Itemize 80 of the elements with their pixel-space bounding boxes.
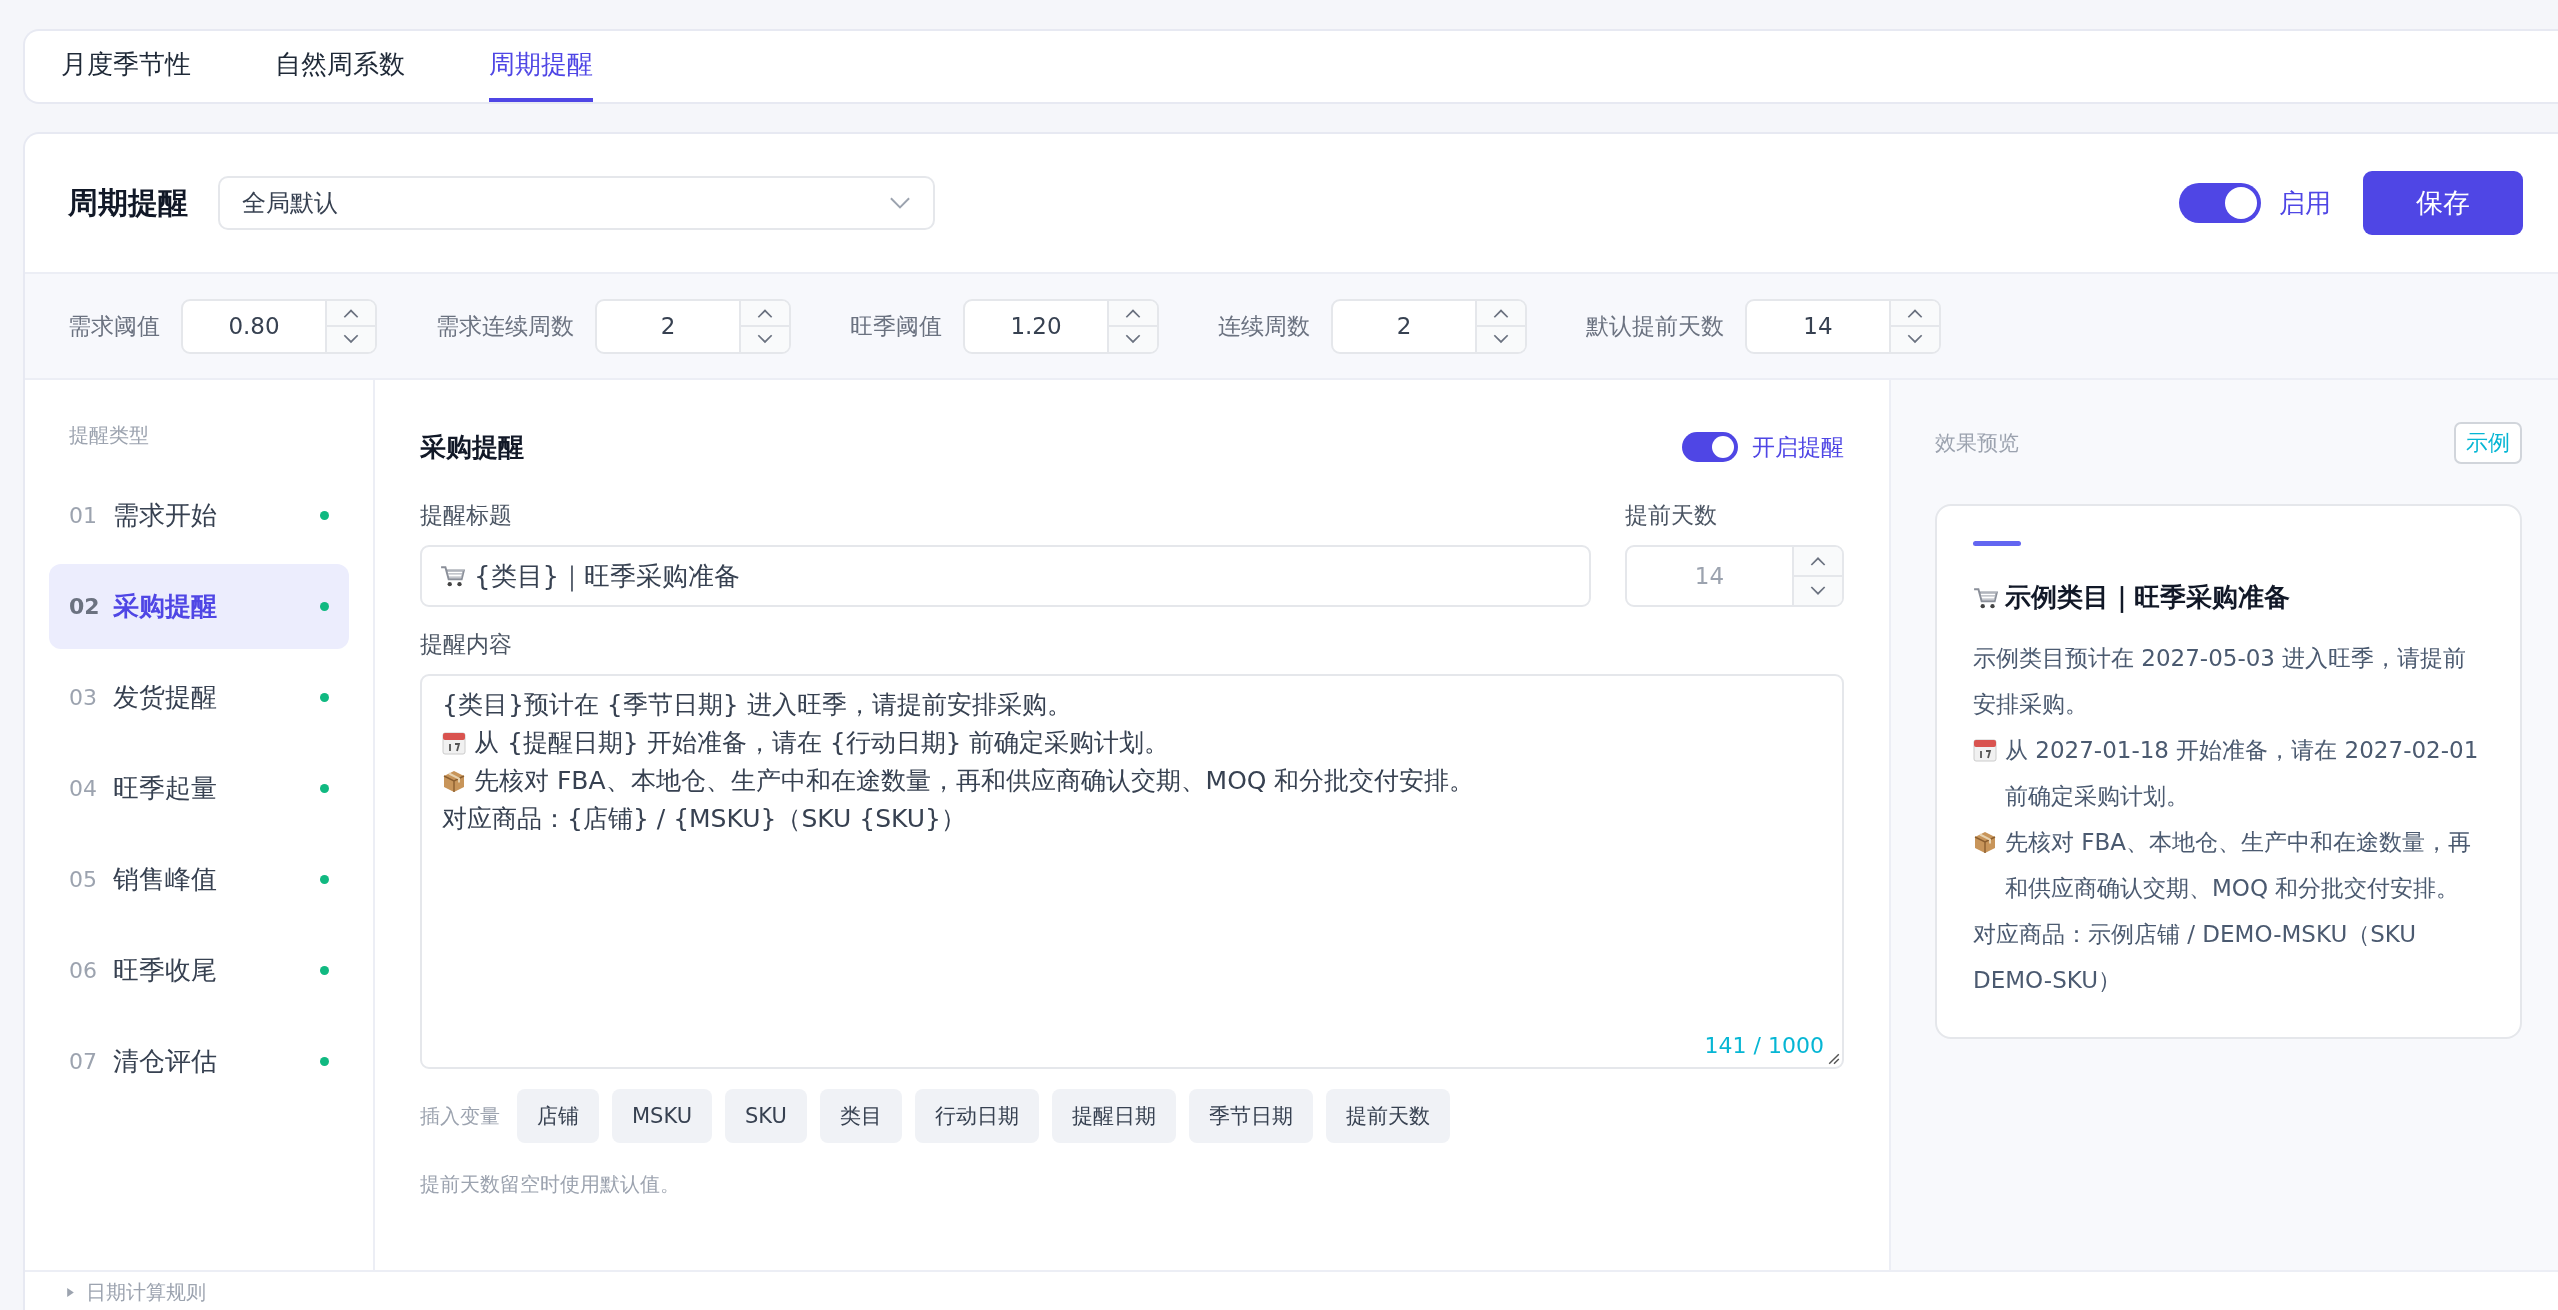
item-number: 05	[69, 867, 98, 892]
preview-text: 示例类目预计在 2027-05-03 进入旺季，请提前安排采购。	[1973, 644, 2468, 719]
preview-title: 效果预览	[1935, 430, 2019, 457]
number-input[interactable]: 2	[1331, 298, 1527, 354]
variable-chip[interactable]: SKU	[725, 1089, 807, 1143]
sidebar-item[interactable]: 07 清仓评估	[49, 1019, 349, 1104]
variable-chip[interactable]: 行动日期	[914, 1089, 1039, 1143]
title-input[interactable]: {类目}｜旺季采购准备	[420, 545, 1591, 607]
tab[interactable]: 自然周系数	[275, 31, 405, 102]
calendar-icon	[442, 731, 466, 755]
shopping-cart-icon	[1973, 585, 1999, 610]
field-label: 提前天数	[1625, 501, 1718, 530]
sidebar-item[interactable]: 05 销售峰值	[49, 837, 349, 922]
tab[interactable]: 月度季节性	[61, 31, 191, 102]
resize-handle-icon[interactable]	[1828, 1053, 1840, 1065]
field-label: 提醒标题	[420, 501, 513, 530]
sidebar-item[interactable]: 04 旺季起量	[49, 746, 349, 831]
package-icon	[1973, 830, 1997, 854]
shopping-cart-icon	[440, 564, 466, 588]
item-number: 04	[69, 776, 98, 801]
editor-title: 采购提醒	[420, 430, 524, 464]
number-input[interactable]: 0.80	[181, 298, 377, 354]
item-number: 06	[69, 958, 98, 983]
package-icon	[442, 769, 466, 793]
item-label: 旺季起量	[113, 772, 218, 805]
scope-select[interactable]: 全局默认	[218, 176, 935, 230]
char-counter: 141 / 1000	[1704, 1032, 1824, 1060]
param-label: 需求连续周数	[436, 311, 574, 341]
param-label: 默认提前天数	[1586, 311, 1724, 341]
variable-chip[interactable]: 提醒日期	[1051, 1089, 1176, 1143]
param-label: 需求阈值	[68, 311, 160, 341]
field-label: 提醒内容	[420, 630, 513, 659]
item-label: 旺季收尾	[113, 954, 218, 987]
chevron-down-icon	[889, 196, 911, 210]
variable-chip[interactable]: 季节日期	[1188, 1089, 1313, 1143]
caret-icon[interactable]	[65, 1286, 76, 1298]
item-label: 需求开始	[113, 499, 218, 532]
param-label: 连续周数	[1218, 311, 1310, 341]
variable-chip[interactable]: 类目	[819, 1089, 902, 1143]
toggle-switch[interactable]	[2179, 183, 2261, 223]
item-label: 发货提醒	[113, 681, 218, 714]
number-input[interactable]: 14	[1745, 298, 1941, 354]
param-label: 旺季阈值	[850, 311, 942, 341]
preview-text: 从 2027-01-18 开始准备，请在 2027-02-01 前确定采购计划。	[2005, 736, 2480, 811]
preview-text: 对应商品：示例店铺 / DEMO-MSKU（SKU DEMO-SKU）	[1973, 920, 2418, 995]
item-label: 清仓评估	[113, 1045, 218, 1078]
item-label: 采购提醒	[113, 590, 218, 623]
sidebar-title: 提醒类型	[68, 422, 150, 449]
sidebar-item[interactable]: 06 旺季收尾	[49, 928, 349, 1013]
number-input[interactable]: 1.20	[963, 298, 1159, 354]
sidebar-item[interactable]: 03 发货提醒	[49, 655, 349, 740]
content-line: 先核对 FBA、本地仓、生产中和在途数量，再和供应商确认交期、MOQ 和分批交付安排。	[474, 765, 1475, 797]
item-label: 销售峰值	[113, 863, 218, 896]
accent-bar	[1973, 541, 2021, 546]
content-line: 从 {提醒日期} 开始准备，请在 {行动日期} 前确定采购计划。	[474, 727, 1170, 759]
number-input[interactable]: 2	[595, 298, 791, 354]
variable-chip[interactable]: 提前天数	[1325, 1089, 1450, 1143]
content-line: {类目}预计在 {季节日期} 进入旺季，请提前安排采购。	[442, 689, 1072, 721]
item-number: 07	[69, 1049, 98, 1074]
toggle-label: 启用	[2279, 186, 2331, 220]
variable-chip[interactable]: MSKU	[612, 1089, 713, 1143]
content-line: 对应商品：{店铺} / {MSKU}（SKU {SKU}）	[442, 803, 966, 835]
preview-text: 先核对 FBA、本地仓、生产中和在途数量，再和供应商确认交期、MOQ 和分批交付安排。	[2005, 828, 2473, 903]
item-number: 01	[69, 503, 98, 528]
save-button[interactable]: 保存	[2363, 171, 2523, 235]
toggle-switch[interactable]	[1682, 432, 1738, 462]
item-number: 02	[69, 594, 101, 619]
variable-chip[interactable]: 店铺	[517, 1089, 599, 1143]
calendar-icon	[1973, 738, 1997, 762]
hint-text: 提前天数留空时使用默认值。	[420, 1171, 681, 1198]
preview-heading: 示例类目｜旺季采购准备	[2005, 581, 2290, 615]
item-number: 03	[69, 685, 98, 710]
sample-badge: 示例	[2454, 422, 2522, 464]
sidebar-item[interactable]: 01 需求开始	[49, 473, 349, 558]
variables-label: 插入变量	[420, 1102, 500, 1130]
toggle-label: 开启提醒	[1752, 432, 1844, 462]
section-title: 周期提醒	[68, 183, 188, 222]
tab[interactable]: 周期提醒	[489, 31, 593, 102]
content-textarea[interactable]: {类目}预计在 {季节日期} 进入旺季，请提前安排采购。 从 {提醒日期} 开始准备，请在 {行动日期} 前确定采购计划。 先核对 FBA、本地仓、生产中和在途数量，再和供应商确认交期、MOQ 和分批交付安排。 对应商品：{店铺} / {MSKU}（SKU {SKU}） 141 / 1000	[420, 674, 1844, 1069]
sidebar-item[interactable]: 02 采购提醒	[49, 564, 349, 649]
